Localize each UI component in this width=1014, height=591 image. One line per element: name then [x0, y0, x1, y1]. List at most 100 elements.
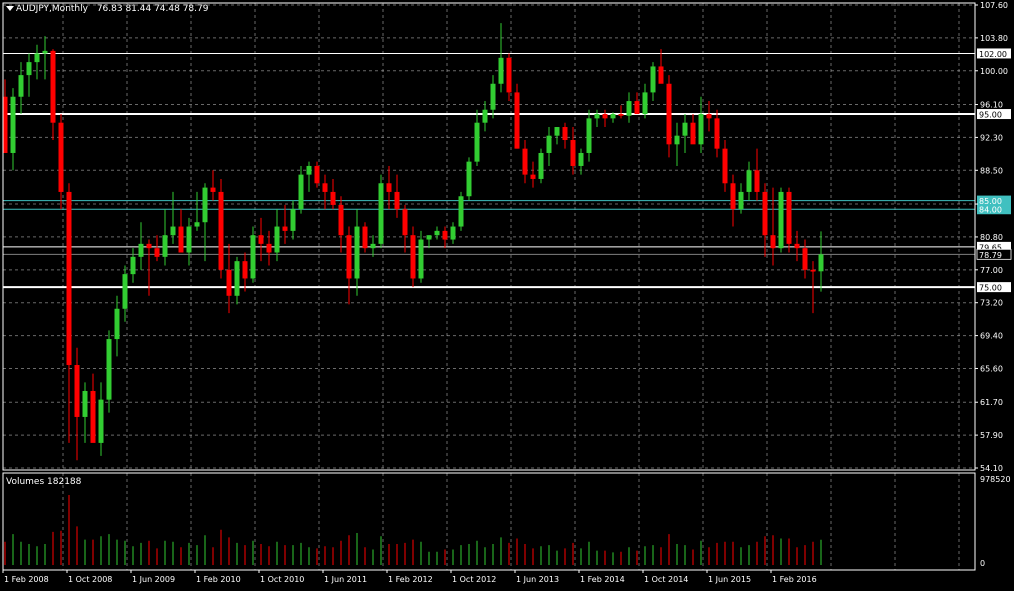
candle-body — [178, 226, 184, 253]
level-label: 95.00 — [979, 111, 1002, 120]
candle-body — [642, 92, 648, 115]
candle-body — [90, 390, 96, 443]
candle-body — [106, 339, 112, 400]
candle-body — [330, 191, 336, 205]
candle-body — [706, 114, 712, 119]
x-tick-label: 1 Feb 2010 — [196, 575, 241, 584]
x-tick-label: 1 Feb 2014 — [580, 575, 625, 584]
candle-body — [362, 226, 368, 249]
candle-body — [378, 183, 384, 244]
candle-body — [250, 235, 256, 279]
candle-body — [818, 254, 824, 272]
candle-body — [530, 174, 536, 179]
candle-body — [746, 170, 752, 192]
volume-zero-label: 0 — [980, 559, 985, 568]
level-label: 75.00 — [979, 284, 1002, 293]
candle-body — [370, 243, 376, 249]
candle-body — [778, 191, 784, 249]
candle-body — [202, 187, 208, 223]
candle-body — [498, 57, 504, 84]
x-tick-label: 1 Oct 2012 — [452, 575, 496, 584]
candle-body — [674, 135, 680, 145]
candle-body — [474, 122, 480, 162]
candle-body — [442, 230, 448, 240]
y-tick-label: 73.20 — [980, 299, 1003, 308]
y-tick-label: 96.10 — [980, 101, 1003, 110]
volume-max-label: 978520 — [980, 475, 1011, 484]
candle-body — [538, 152, 544, 179]
candle-body — [770, 235, 776, 249]
candle-body — [482, 109, 488, 123]
candle-body — [578, 152, 584, 166]
candle-body — [730, 183, 736, 210]
x-tick-label: 1 Oct 2014 — [644, 575, 688, 584]
candle-body — [714, 118, 720, 149]
candle-body — [114, 308, 120, 340]
candle-body — [610, 114, 616, 119]
y-tick-label: 88.50 — [980, 166, 1003, 175]
x-tick-label: 1 Feb 2016 — [772, 575, 817, 584]
candle-body — [418, 239, 424, 279]
candle-body — [74, 365, 80, 417]
candle-body — [18, 75, 24, 97]
candle-body — [426, 235, 432, 240]
candle-body — [722, 148, 728, 184]
y-tick-label: 77.00 — [980, 266, 1003, 275]
candle-body — [210, 187, 216, 192]
candle-body — [810, 269, 816, 272]
candle-body — [466, 161, 472, 197]
candle-body — [138, 243, 144, 257]
candle-body — [786, 191, 792, 244]
candle-body — [338, 204, 344, 236]
candle-body — [650, 66, 656, 93]
candle-body — [282, 226, 288, 231]
candle-body — [354, 226, 360, 279]
x-tick-label: 1 Jun 2011 — [324, 575, 367, 584]
candle-body — [514, 92, 520, 149]
candle-body — [602, 114, 608, 119]
x-tick-label: 1 Jun 2015 — [708, 575, 751, 584]
candle-body — [434, 230, 440, 236]
candle-body — [130, 256, 136, 275]
candle-body — [762, 191, 768, 236]
price-chart: 102.0095.0085.0084.0079.6578.7975.00107.… — [2, 1, 1012, 584]
x-tick-label: 1 Feb 2008 — [4, 575, 49, 584]
candle-body — [618, 114, 624, 116]
candle-body — [594, 114, 600, 119]
candle-body — [218, 191, 224, 270]
candle-body — [146, 243, 152, 249]
candle-body — [554, 127, 560, 136]
volume-header: Volumes 182188 — [6, 477, 82, 487]
candle-body — [586, 118, 592, 153]
candle-body — [186, 226, 192, 253]
candle-body — [266, 243, 272, 253]
candle-body — [122, 274, 128, 309]
candle-body — [570, 140, 576, 166]
x-tick-label: 1 Jun 2013 — [516, 575, 559, 584]
y-tick-label: 92.30 — [980, 133, 1003, 142]
ohlc-values: 76.83 81.44 74.48 78.79 — [96, 4, 209, 14]
candle-body — [42, 50, 48, 54]
price-axis: 102.0095.0085.0084.0079.6578.7975.00107.… — [975, 1, 1012, 473]
candle-body — [154, 248, 160, 257]
candle-body — [162, 235, 168, 257]
candle-body — [386, 183, 392, 192]
candle-body — [34, 53, 40, 63]
candle-body — [490, 83, 496, 110]
candle-body — [394, 191, 400, 210]
candle-body — [738, 191, 744, 210]
candle-body — [794, 243, 800, 249]
candle-body — [546, 135, 552, 153]
candle-body — [274, 226, 280, 253]
candle-body — [562, 127, 568, 141]
candle-body — [682, 122, 688, 136]
volume-axis: 978520 0 — [980, 475, 1011, 568]
candle-body — [522, 148, 528, 175]
candle-body — [410, 235, 416, 279]
candle-body — [82, 390, 88, 417]
candle-body — [98, 399, 104, 443]
candle-body — [194, 222, 200, 227]
level-label: 102.00 — [979, 50, 1007, 59]
chart-menu-icon[interactable] — [6, 6, 14, 11]
candle-body — [234, 261, 240, 296]
